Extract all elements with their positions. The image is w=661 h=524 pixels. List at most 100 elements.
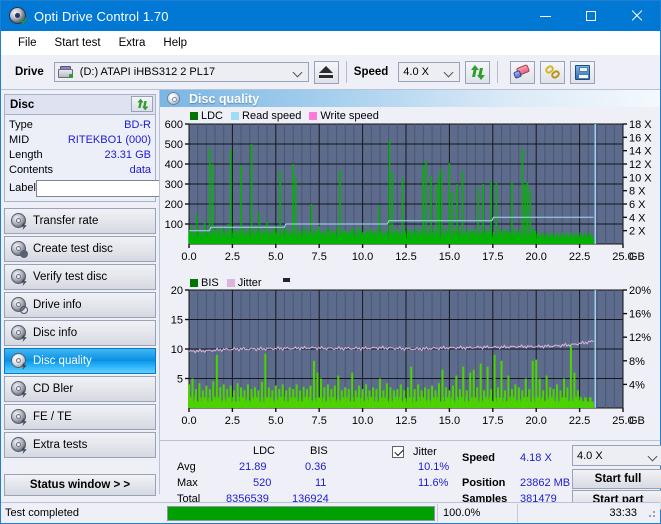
x-tick-label: 7.5	[312, 415, 327, 427]
drive-select[interactable]: (D:) ATAPI iHBS312 2 PL17	[54, 62, 309, 82]
save-button[interactable]	[570, 61, 595, 84]
x-tick-label: 10.0	[352, 251, 373, 263]
legend-label: Jitter	[238, 277, 262, 289]
ldc-chart-legend: LDC Read speed Write speed	[190, 110, 384, 122]
menu-extra[interactable]: Extra	[110, 34, 155, 52]
content-panel: Disc quality LDCRead speedWrite speed 10…	[159, 90, 660, 494]
sidebar-item-disc-info[interactable]: Disc info	[4, 320, 156, 346]
disc-row-mid-key: MID	[9, 134, 29, 146]
disc-quality-icon	[167, 92, 180, 105]
y2-tick-label: 12%	[629, 332, 651, 344]
stats-speed-label: Speed	[462, 452, 495, 464]
stats-jitter-max: 11.6%	[418, 477, 448, 489]
sidebar-item-label: Create test disc	[33, 243, 113, 255]
disc-check-icon	[11, 269, 27, 285]
disc-label-row: Label	[9, 178, 151, 198]
charts-area: LDCRead speedWrite speed 100200300400500…	[160, 107, 660, 438]
stats-ldc-avg: 21.89	[239, 461, 267, 473]
y-tick-label: 20	[171, 285, 183, 297]
jitter-checkbox[interactable]	[392, 446, 404, 458]
sidebar-item-transfer-rate[interactable]: Transfer rate	[4, 208, 156, 234]
drive-select-value: (D:) ATAPI iHBS312 2 PL17	[76, 66, 215, 78]
close-button[interactable]	[614, 1, 660, 31]
sidebar-item-fe-te[interactable]: FE / TE	[4, 404, 156, 430]
bis-jitter-chart: BISJitter 51015204%8%12%16%20%0.02.55.07…	[160, 276, 660, 438]
stats-row-max-label: Max	[177, 477, 198, 489]
y2-tick-label: 16 X	[629, 132, 652, 144]
link-icon	[545, 65, 561, 80]
sidebar-item-drive-info[interactable]: Drive info	[4, 292, 156, 318]
status-window-button[interactable]: Status window > >	[4, 474, 156, 496]
bis-jitter-chart-legend: BISJitter	[190, 277, 267, 289]
y-tick-label: 5	[177, 374, 183, 386]
y2-tick-label: 4%	[629, 379, 645, 391]
close-icon	[631, 10, 643, 22]
speed-label: Speed	[354, 66, 389, 78]
legend-swatch	[227, 279, 235, 287]
start-full-button[interactable]: Start full	[572, 469, 661, 489]
y-tick-label: 600	[165, 119, 183, 131]
refresh-icon	[136, 98, 148, 110]
sidebar-item-disc-quality[interactable]: Disc quality	[4, 348, 156, 374]
sidebar-spacer	[4, 460, 156, 474]
y-tick-label: 200	[165, 199, 183, 211]
window-title: Opti Drive Control 1.70	[34, 9, 169, 24]
resize-grip-icon[interactable]	[645, 507, 657, 519]
erase-button[interactable]	[510, 61, 535, 84]
disc-row-type: Type BD-R	[9, 117, 151, 132]
sidebar-item-create-test-disc[interactable]: Create test disc	[4, 236, 156, 262]
stats-bis-avg: 0.36	[305, 461, 326, 473]
refresh-button[interactable]	[465, 61, 490, 84]
sidebar-nav: Transfer rate Create test disc Verify te…	[4, 208, 156, 458]
menu-help[interactable]: Help	[154, 34, 196, 52]
eject-icon	[319, 66, 333, 78]
window-controls	[522, 1, 660, 31]
x-tick-label: 12.5	[395, 415, 416, 427]
disc-row-mid-value: RITEKBO1 (000)	[68, 134, 151, 146]
y-tick-label: 400	[165, 159, 183, 171]
menu-file[interactable]: File	[9, 34, 46, 52]
progress-percent: 100.0%	[437, 504, 517, 522]
y-tick-label: 500	[165, 139, 183, 151]
y2-tick-label: 10 X	[629, 172, 652, 184]
stats-col-ldc: LDC	[253, 445, 275, 457]
chevron-down-icon	[445, 68, 453, 76]
toolbar: Drive (D:) ATAPI iHBS312 2 PL17 Speed 4.…	[1, 55, 660, 90]
legend-item: LDC	[190, 110, 223, 122]
disc-panel-title: Disc	[10, 99, 34, 111]
legend-label: Read speed	[242, 110, 301, 122]
disc-label-key: Label	[9, 182, 36, 194]
sidebar-item-verify-test-disc[interactable]: Verify test disc	[4, 264, 156, 290]
stats-ldc-max: 520	[253, 477, 271, 489]
stats-position-value: 23862 MB	[520, 477, 570, 489]
x-tick-label: 12.5	[395, 251, 416, 263]
eject-button[interactable]	[314, 61, 339, 84]
legend-label: Write speed	[320, 110, 379, 122]
ldc-chart: LDCRead speedWrite speed 100200300400500…	[160, 109, 660, 276]
minimize-button[interactable]	[522, 1, 568, 31]
x-tick-label: 20.0	[525, 251, 546, 263]
status-message: Test completed	[1, 504, 165, 522]
disc-dot-icon	[11, 241, 27, 257]
disc-panel-header: Disc	[5, 95, 155, 115]
link-button[interactable]	[540, 61, 565, 84]
test-speed-select[interactable]: 4.0 X	[572, 445, 661, 466]
y2-tick-label: 20%	[629, 285, 651, 297]
drive-icon	[58, 66, 73, 79]
sidebar-item-extra-tests[interactable]: Extra tests	[4, 432, 156, 458]
app-icon	[9, 7, 27, 25]
disc-extra-icon	[11, 437, 27, 453]
disc-refresh-button[interactable]	[131, 96, 153, 112]
disc-bler-icon	[11, 381, 27, 397]
disc-row-mid: MID RITEKBO1 (000)	[9, 132, 151, 147]
speed-select-value: 4.0 X	[399, 66, 429, 78]
legend-item: Write speed	[309, 110, 379, 122]
menu-start-test[interactable]: Start test	[46, 34, 110, 52]
speed-select[interactable]: 4.0 X	[398, 62, 460, 82]
disc-row-length-value: 23.31 GB	[105, 149, 151, 161]
x-tick-label: 15.0	[439, 415, 460, 427]
maximize-button[interactable]	[568, 1, 614, 31]
sidebar-item-cd-bler[interactable]: CD Bler	[4, 376, 156, 402]
app-window: Opti Drive Control 1.70 File Start test …	[0, 0, 661, 524]
disc-info-icon	[11, 297, 27, 313]
